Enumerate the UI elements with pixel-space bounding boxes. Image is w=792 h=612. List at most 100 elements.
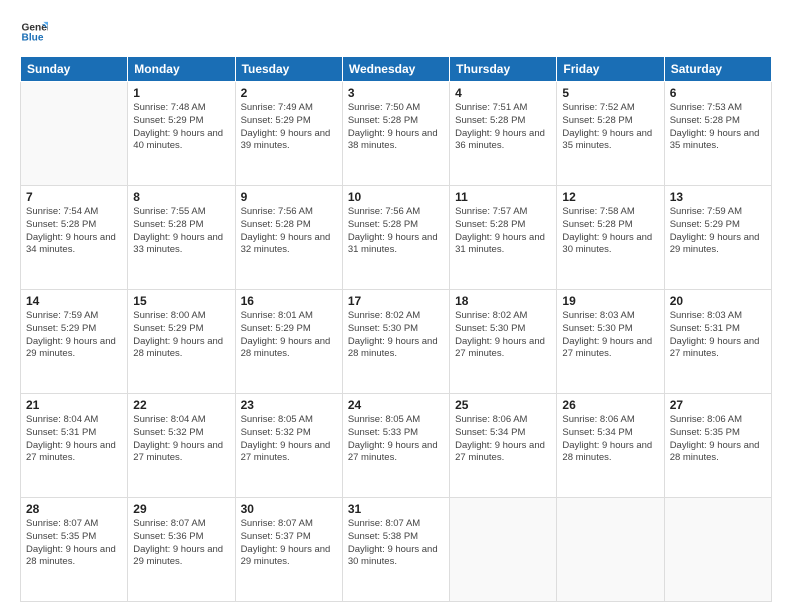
day-info: Sunrise: 8:07 AM Sunset: 5:35 PM Dayligh… bbox=[26, 518, 122, 569]
day-info: Sunrise: 7:48 AM Sunset: 5:29 PM Dayligh… bbox=[133, 102, 229, 153]
day-info: Sunrise: 8:02 AM Sunset: 5:30 PM Dayligh… bbox=[455, 310, 551, 361]
day-number: 6 bbox=[670, 86, 766, 100]
weekday-header-sunday: Sunday bbox=[21, 57, 128, 82]
calendar-cell bbox=[450, 498, 557, 602]
day-info: Sunrise: 7:49 AM Sunset: 5:29 PM Dayligh… bbox=[241, 102, 337, 153]
day-number: 29 bbox=[133, 502, 229, 516]
day-info: Sunrise: 8:06 AM Sunset: 5:34 PM Dayligh… bbox=[562, 414, 658, 465]
day-number: 12 bbox=[562, 190, 658, 204]
day-number: 25 bbox=[455, 398, 551, 412]
day-info: Sunrise: 7:56 AM Sunset: 5:28 PM Dayligh… bbox=[348, 206, 444, 257]
day-info: Sunrise: 7:54 AM Sunset: 5:28 PM Dayligh… bbox=[26, 206, 122, 257]
day-info: Sunrise: 7:55 AM Sunset: 5:28 PM Dayligh… bbox=[133, 206, 229, 257]
calendar-cell: 1 Sunrise: 7:48 AM Sunset: 5:29 PM Dayli… bbox=[128, 82, 235, 186]
day-info: Sunrise: 8:03 AM Sunset: 5:30 PM Dayligh… bbox=[562, 310, 658, 361]
logo: General Blue bbox=[20, 18, 48, 46]
day-number: 3 bbox=[348, 86, 444, 100]
weekday-header-saturday: Saturday bbox=[664, 57, 771, 82]
calendar-cell: 28 Sunrise: 8:07 AM Sunset: 5:35 PM Dayl… bbox=[21, 498, 128, 602]
day-info: Sunrise: 7:50 AM Sunset: 5:28 PM Dayligh… bbox=[348, 102, 444, 153]
calendar-cell: 9 Sunrise: 7:56 AM Sunset: 5:28 PM Dayli… bbox=[235, 186, 342, 290]
day-number: 28 bbox=[26, 502, 122, 516]
calendar-cell: 14 Sunrise: 7:59 AM Sunset: 5:29 PM Dayl… bbox=[21, 290, 128, 394]
weekday-header-wednesday: Wednesday bbox=[342, 57, 449, 82]
day-number: 20 bbox=[670, 294, 766, 308]
day-number: 4 bbox=[455, 86, 551, 100]
calendar-cell: 5 Sunrise: 7:52 AM Sunset: 5:28 PM Dayli… bbox=[557, 82, 664, 186]
calendar-week-row: 1 Sunrise: 7:48 AM Sunset: 5:29 PM Dayli… bbox=[21, 82, 772, 186]
calendar-week-row: 28 Sunrise: 8:07 AM Sunset: 5:35 PM Dayl… bbox=[21, 498, 772, 602]
day-number: 13 bbox=[670, 190, 766, 204]
day-number: 11 bbox=[455, 190, 551, 204]
day-number: 9 bbox=[241, 190, 337, 204]
calendar-cell: 13 Sunrise: 7:59 AM Sunset: 5:29 PM Dayl… bbox=[664, 186, 771, 290]
calendar-cell: 15 Sunrise: 8:00 AM Sunset: 5:29 PM Dayl… bbox=[128, 290, 235, 394]
calendar-week-row: 21 Sunrise: 8:04 AM Sunset: 5:31 PM Dayl… bbox=[21, 394, 772, 498]
day-number: 16 bbox=[241, 294, 337, 308]
day-number: 19 bbox=[562, 294, 658, 308]
calendar-table: SundayMondayTuesdayWednesdayThursdayFrid… bbox=[20, 56, 772, 602]
calendar-cell: 7 Sunrise: 7:54 AM Sunset: 5:28 PM Dayli… bbox=[21, 186, 128, 290]
day-number: 1 bbox=[133, 86, 229, 100]
calendar-cell: 3 Sunrise: 7:50 AM Sunset: 5:28 PM Dayli… bbox=[342, 82, 449, 186]
calendar-week-row: 14 Sunrise: 7:59 AM Sunset: 5:29 PM Dayl… bbox=[21, 290, 772, 394]
day-number: 2 bbox=[241, 86, 337, 100]
calendar-cell: 10 Sunrise: 7:56 AM Sunset: 5:28 PM Dayl… bbox=[342, 186, 449, 290]
day-info: Sunrise: 8:06 AM Sunset: 5:35 PM Dayligh… bbox=[670, 414, 766, 465]
day-info: Sunrise: 8:07 AM Sunset: 5:38 PM Dayligh… bbox=[348, 518, 444, 569]
weekday-header-friday: Friday bbox=[557, 57, 664, 82]
day-info: Sunrise: 7:51 AM Sunset: 5:28 PM Dayligh… bbox=[455, 102, 551, 153]
day-info: Sunrise: 8:04 AM Sunset: 5:32 PM Dayligh… bbox=[133, 414, 229, 465]
day-number: 22 bbox=[133, 398, 229, 412]
calendar-cell: 4 Sunrise: 7:51 AM Sunset: 5:28 PM Dayli… bbox=[450, 82, 557, 186]
weekday-header-row: SundayMondayTuesdayWednesdayThursdayFrid… bbox=[21, 57, 772, 82]
calendar-cell: 27 Sunrise: 8:06 AM Sunset: 5:35 PM Dayl… bbox=[664, 394, 771, 498]
day-info: Sunrise: 7:58 AM Sunset: 5:28 PM Dayligh… bbox=[562, 206, 658, 257]
day-info: Sunrise: 7:56 AM Sunset: 5:28 PM Dayligh… bbox=[241, 206, 337, 257]
calendar-cell: 8 Sunrise: 7:55 AM Sunset: 5:28 PM Dayli… bbox=[128, 186, 235, 290]
day-info: Sunrise: 7:53 AM Sunset: 5:28 PM Dayligh… bbox=[670, 102, 766, 153]
day-info: Sunrise: 8:02 AM Sunset: 5:30 PM Dayligh… bbox=[348, 310, 444, 361]
day-info: Sunrise: 8:03 AM Sunset: 5:31 PM Dayligh… bbox=[670, 310, 766, 361]
calendar-cell: 22 Sunrise: 8:04 AM Sunset: 5:32 PM Dayl… bbox=[128, 394, 235, 498]
day-number: 30 bbox=[241, 502, 337, 516]
day-info: Sunrise: 8:01 AM Sunset: 5:29 PM Dayligh… bbox=[241, 310, 337, 361]
calendar-cell bbox=[21, 82, 128, 186]
day-number: 14 bbox=[26, 294, 122, 308]
calendar-cell: 26 Sunrise: 8:06 AM Sunset: 5:34 PM Dayl… bbox=[557, 394, 664, 498]
day-number: 10 bbox=[348, 190, 444, 204]
day-number: 15 bbox=[133, 294, 229, 308]
day-info: Sunrise: 8:00 AM Sunset: 5:29 PM Dayligh… bbox=[133, 310, 229, 361]
calendar-cell bbox=[557, 498, 664, 602]
calendar-cell: 17 Sunrise: 8:02 AM Sunset: 5:30 PM Dayl… bbox=[342, 290, 449, 394]
day-number: 23 bbox=[241, 398, 337, 412]
weekday-header-tuesday: Tuesday bbox=[235, 57, 342, 82]
calendar-page: General Blue SundayMondayTuesdayWednesda… bbox=[0, 0, 792, 612]
calendar-cell: 20 Sunrise: 8:03 AM Sunset: 5:31 PM Dayl… bbox=[664, 290, 771, 394]
calendar-cell: 29 Sunrise: 8:07 AM Sunset: 5:36 PM Dayl… bbox=[128, 498, 235, 602]
calendar-cell: 12 Sunrise: 7:58 AM Sunset: 5:28 PM Dayl… bbox=[557, 186, 664, 290]
day-info: Sunrise: 8:07 AM Sunset: 5:37 PM Dayligh… bbox=[241, 518, 337, 569]
weekday-header-thursday: Thursday bbox=[450, 57, 557, 82]
calendar-cell: 18 Sunrise: 8:02 AM Sunset: 5:30 PM Dayl… bbox=[450, 290, 557, 394]
day-info: Sunrise: 8:05 AM Sunset: 5:32 PM Dayligh… bbox=[241, 414, 337, 465]
day-number: 5 bbox=[562, 86, 658, 100]
calendar-cell: 19 Sunrise: 8:03 AM Sunset: 5:30 PM Dayl… bbox=[557, 290, 664, 394]
day-number: 21 bbox=[26, 398, 122, 412]
day-number: 18 bbox=[455, 294, 551, 308]
day-number: 27 bbox=[670, 398, 766, 412]
day-number: 24 bbox=[348, 398, 444, 412]
day-info: Sunrise: 7:52 AM Sunset: 5:28 PM Dayligh… bbox=[562, 102, 658, 153]
calendar-cell: 16 Sunrise: 8:01 AM Sunset: 5:29 PM Dayl… bbox=[235, 290, 342, 394]
day-info: Sunrise: 7:59 AM Sunset: 5:29 PM Dayligh… bbox=[26, 310, 122, 361]
calendar-cell: 6 Sunrise: 7:53 AM Sunset: 5:28 PM Dayli… bbox=[664, 82, 771, 186]
calendar-cell: 21 Sunrise: 8:04 AM Sunset: 5:31 PM Dayl… bbox=[21, 394, 128, 498]
calendar-cell: 11 Sunrise: 7:57 AM Sunset: 5:28 PM Dayl… bbox=[450, 186, 557, 290]
calendar-cell: 30 Sunrise: 8:07 AM Sunset: 5:37 PM Dayl… bbox=[235, 498, 342, 602]
day-info: Sunrise: 8:05 AM Sunset: 5:33 PM Dayligh… bbox=[348, 414, 444, 465]
day-info: Sunrise: 8:06 AM Sunset: 5:34 PM Dayligh… bbox=[455, 414, 551, 465]
day-info: Sunrise: 7:57 AM Sunset: 5:28 PM Dayligh… bbox=[455, 206, 551, 257]
calendar-cell bbox=[664, 498, 771, 602]
svg-text:Blue: Blue bbox=[22, 33, 44, 44]
calendar-week-row: 7 Sunrise: 7:54 AM Sunset: 5:28 PM Dayli… bbox=[21, 186, 772, 290]
